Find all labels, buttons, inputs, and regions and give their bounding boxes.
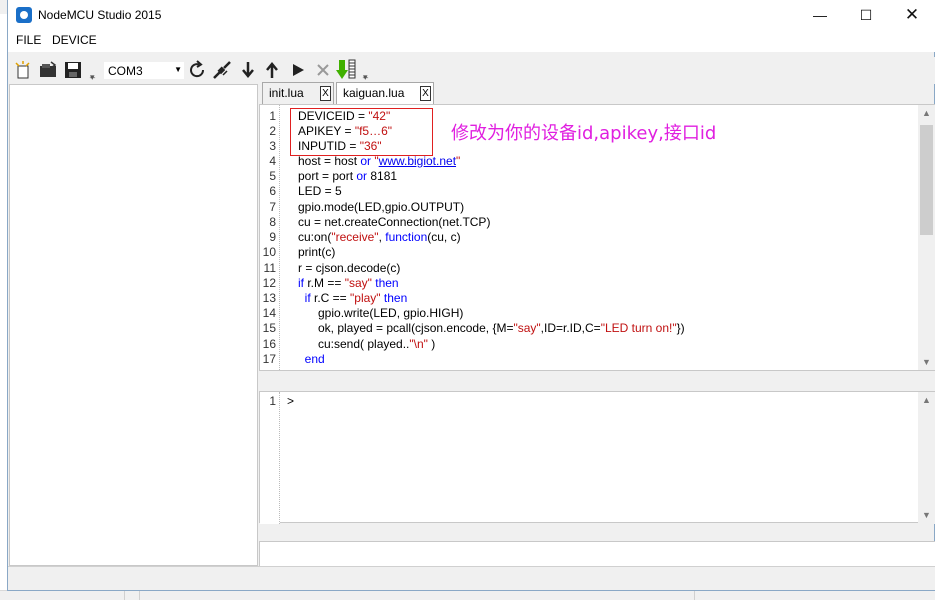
scroll-down-icon[interactable]: ▼: [918, 510, 935, 520]
scroll-down-icon[interactable]: ▼: [918, 357, 935, 367]
toolbar: _ ▾ COM3 ▼ _ ▾: [8, 57, 935, 84]
tab-label: init.lua: [269, 86, 304, 100]
code-line: cu:on("receive", function(cu, c): [298, 230, 461, 244]
line-number: 15: [262, 321, 276, 335]
code-line: ok, played = pcall(cjson.encode, {M="say…: [298, 321, 685, 335]
code-line: cu = net.createConnection(net.TCP): [298, 215, 491, 229]
disconnect-icon[interactable]: [211, 59, 233, 81]
tab-close-button[interactable]: X: [320, 86, 331, 101]
editor-console-splitter[interactable]: [259, 371, 935, 391]
line-number: 6: [269, 184, 276, 198]
chevron-down-icon: ▼: [174, 65, 182, 74]
file-tree-panel[interactable]: [9, 84, 258, 566]
line-number: 12: [262, 276, 276, 290]
new-file-icon[interactable]: [12, 59, 34, 81]
annotation-note: 修改为你的设备id,apikey,接口id: [451, 123, 717, 144]
line-number: 1: [269, 394, 276, 408]
flash-icon[interactable]: [336, 59, 358, 81]
code-line: end: [304, 352, 325, 366]
line-number: 9: [269, 230, 276, 244]
upload-icon[interactable]: [261, 59, 283, 81]
minimize-button[interactable]: —: [797, 0, 843, 30]
toolbar-grip[interactable]: _ ▾: [90, 69, 95, 82]
code-line: if r.M == "say" then: [298, 276, 399, 290]
status-bar: [8, 566, 935, 590]
line-number: 1: [269, 109, 276, 123]
line-number: 13: [262, 291, 276, 305]
code-line: gpio.mode(LED,gpio.OUTPUT): [298, 200, 465, 214]
menu-bar: FILE DEVICE: [8, 30, 935, 52]
code-line: gpio.write(LED, gpio.HIGH): [298, 306, 464, 320]
scroll-up-icon[interactable]: ▲: [918, 395, 935, 405]
console-scrollbar[interactable]: ▲ ▼: [918, 392, 935, 524]
line-number: 16: [262, 337, 276, 351]
run-icon[interactable]: [287, 59, 309, 81]
refresh-icon[interactable]: [186, 59, 208, 81]
editor-scrollbar[interactable]: ▲ ▼: [918, 105, 935, 370]
console-prompt: >: [287, 394, 295, 408]
open-file-icon[interactable]: [37, 59, 59, 81]
tab-close-button[interactable]: X: [420, 86, 431, 101]
editor-tabs: init.lua X kaiguan.lua X: [259, 82, 935, 105]
line-number: 10: [262, 245, 276, 259]
code-line: if r.C == "play" then: [304, 291, 408, 305]
code-line: port = port or 8181: [298, 169, 398, 183]
line-number: 11: [263, 261, 276, 275]
maximize-button[interactable]: ☐: [843, 0, 889, 30]
line-number-gutter: 1 2 3 4 5 6 7 8 9 10 11 12 13 14 15 16 1…: [260, 105, 280, 370]
save-icon[interactable]: [62, 59, 84, 81]
annotation-highlight-box: [290, 108, 433, 156]
app-logo-icon: [16, 7, 32, 23]
background-taskbar-edge: [0, 590, 935, 600]
tab-init-lua[interactable]: init.lua X: [262, 82, 334, 104]
app-window: NodeMCU Studio 2015 — ☐ ✕ FILE DEVICE _ ▾…: [7, 0, 935, 591]
line-number: 5: [269, 169, 276, 183]
toolbar-grip-2[interactable]: _ ▾: [363, 69, 368, 82]
command-input[interactable]: [259, 541, 935, 567]
code-line: cu:send( played.."\n" ): [298, 337, 436, 351]
com-port-value: COM3: [108, 64, 143, 78]
line-number: 14: [262, 306, 276, 320]
line-number: 17: [262, 352, 276, 366]
menu-device[interactable]: DEVICE: [52, 33, 97, 47]
line-number: 7: [269, 200, 276, 214]
tab-kaiguan-lua[interactable]: kaiguan.lua X: [336, 82, 434, 105]
line-number: 3: [269, 139, 276, 153]
window-title: NodeMCU Studio 2015: [38, 8, 162, 22]
com-port-select[interactable]: COM3 ▼: [103, 61, 185, 80]
code-line: print(c): [298, 245, 336, 259]
menu-file[interactable]: FILE: [16, 33, 41, 47]
title-bar[interactable]: NodeMCU Studio 2015 — ☐ ✕: [8, 0, 935, 30]
code-line: LED = 5: [298, 184, 342, 198]
console-gutter: 1: [260, 392, 280, 524]
close-button[interactable]: ✕: [889, 0, 935, 30]
code-line: r = cjson.decode(c): [298, 261, 401, 275]
stop-icon[interactable]: [312, 59, 334, 81]
console-output[interactable]: 1 > ▲ ▼: [259, 391, 935, 524]
line-number: 2: [269, 124, 276, 138]
code-line: host = host or "www.bigiot.net": [298, 154, 461, 168]
code-editor[interactable]: 1 2 3 4 5 6 7 8 9 10 11 12 13 14 15 16 1…: [259, 104, 935, 371]
scroll-up-icon[interactable]: ▲: [918, 108, 935, 118]
download-icon[interactable]: [237, 59, 259, 81]
scrollbar-thumb[interactable]: [920, 125, 933, 235]
line-number: 8: [269, 215, 276, 229]
line-number: 4: [269, 154, 276, 168]
tab-label: kaiguan.lua: [343, 86, 405, 100]
